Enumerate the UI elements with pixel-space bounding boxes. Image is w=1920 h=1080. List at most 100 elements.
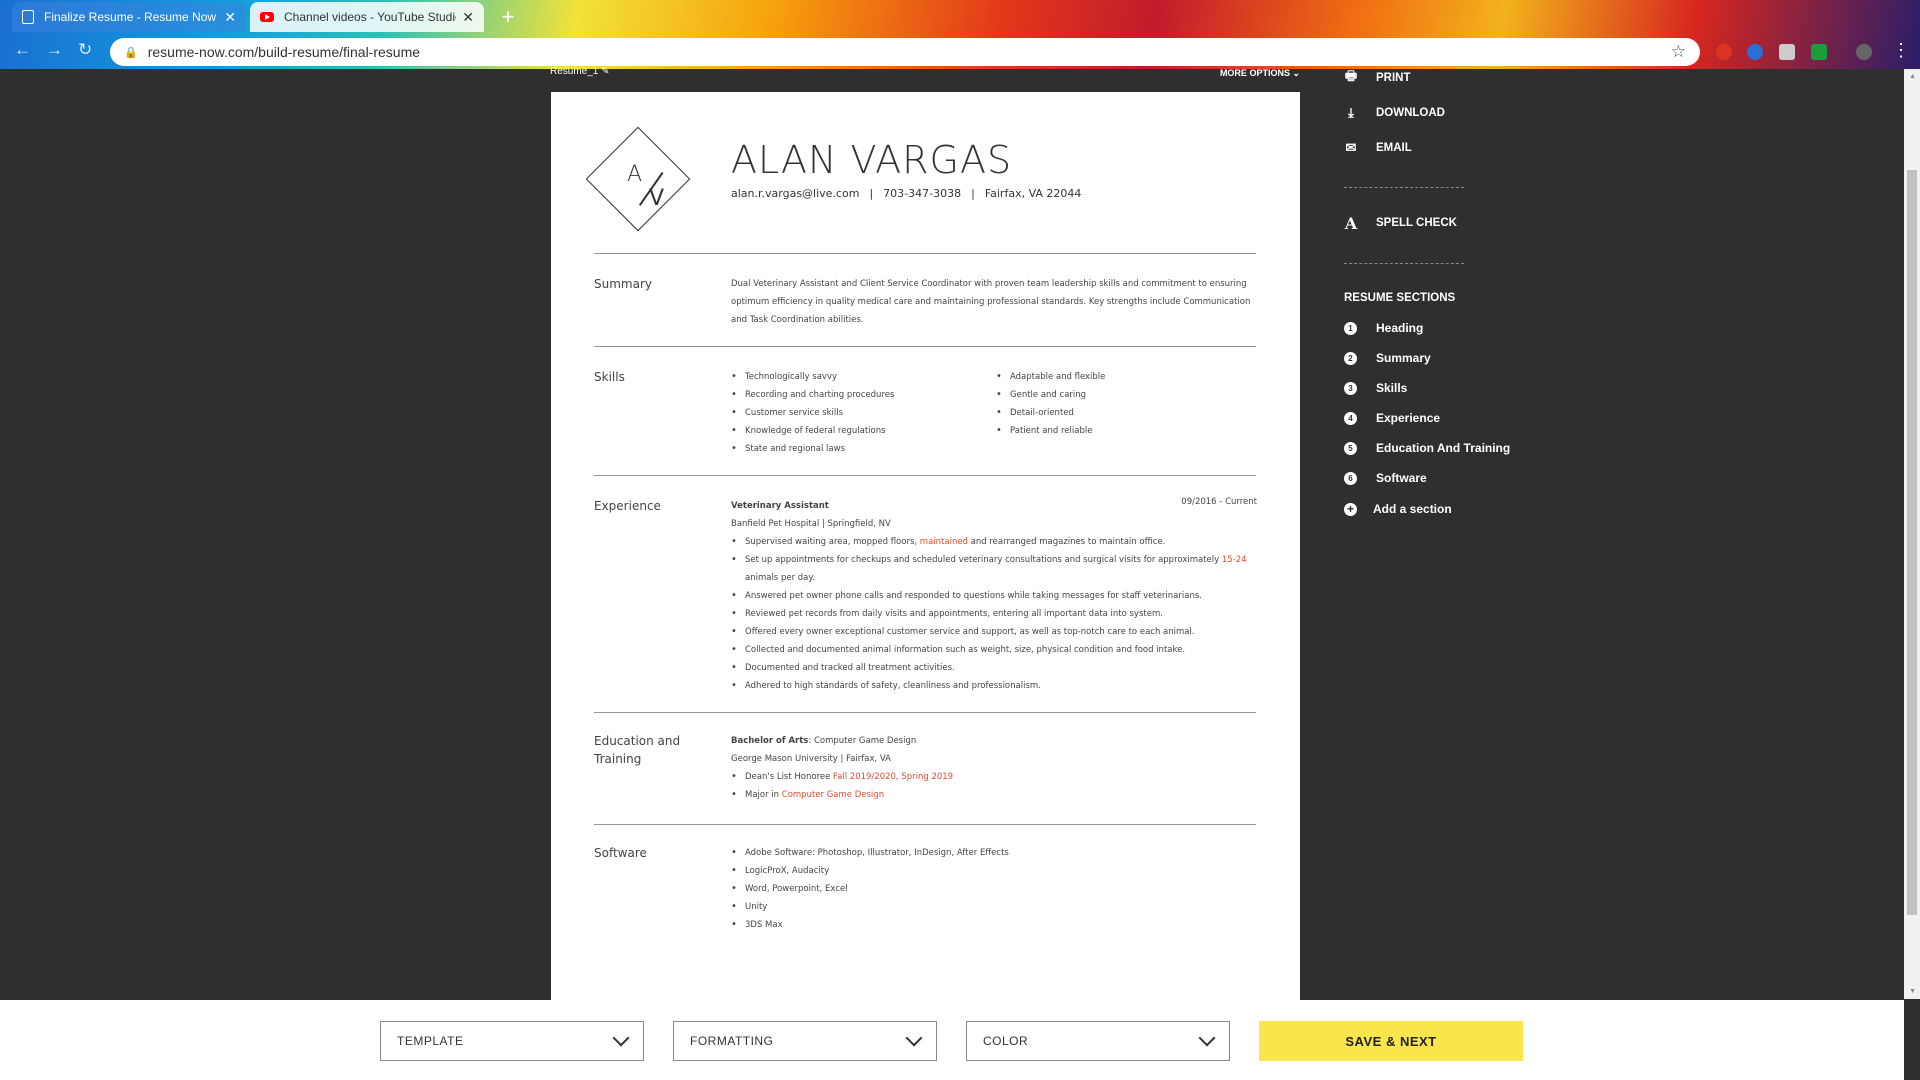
tab-finalize-resume[interactable]: Finalize Resume - Resume Now ✕: [12, 2, 246, 32]
section-link-heading[interactable]: 1 Heading: [1344, 321, 1423, 335]
skills-right: Adaptable and flexible Gentle and caring…: [996, 368, 1246, 440]
degree-line: Bachelor of Arts: Computer Game Design: [731, 736, 917, 746]
chevron-down-icon: [612, 1029, 630, 1047]
experience-bullet: Reviewed pet records from daily visits a…: [731, 605, 1256, 623]
section-label-education: Education and Training: [594, 734, 681, 766]
envelope-icon: ✉: [1345, 140, 1357, 155]
url-text: resume-now.com/build-resume/final-resume: [147, 44, 421, 60]
education-body: Bachelor of Arts: Computer Game Design G…: [731, 732, 1256, 804]
skill-item: State and regional laws: [731, 440, 981, 458]
divider: [594, 824, 1256, 825]
education-bullet: Major in Computer Game Design: [731, 786, 1256, 804]
template-dropdown[interactable]: TEMPLATE: [380, 1021, 644, 1061]
profile-avatar-icon[interactable]: [1856, 44, 1872, 60]
experience-bullet: Adhered to high standards of safety, cle…: [731, 677, 1256, 695]
monogram: A V: [613, 152, 693, 232]
skill-item: Technologically savvy: [731, 368, 981, 386]
scroll-down-icon[interactable]: ▼: [1909, 988, 1916, 995]
download-icon: ⤓: [1348, 105, 1354, 120]
education-bullet: Dean's List Honoree Fall 2019/2020, Spri…: [731, 768, 1256, 786]
printer-icon: 🖶: [1344, 68, 1358, 83]
browser-chrome: Finalize Resume - Resume Now ✕ Channel v…: [0, 0, 1920, 69]
email: alan.r.vargas@live.com: [731, 187, 860, 200]
experience-bullet: Set up appointments for checkups and sch…: [731, 551, 1256, 587]
section-link-education[interactable]: 5 Education And Training: [1344, 441, 1510, 455]
save-next-button[interactable]: SAVE & NEXT: [1259, 1021, 1523, 1061]
divider: [594, 253, 1256, 254]
bottom-toolbar: TEMPLATE FORMATTING COLOR SAVE & NEXT: [0, 1000, 1904, 1080]
section-number: 4: [1344, 411, 1357, 425]
resume-toolbar: Resume_1 ✎ MORE OPTIONS ⌄: [550, 66, 1300, 78]
formatting-dropdown[interactable]: FORMATTING: [673, 1021, 937, 1061]
location: Fairfax, VA 22044: [984, 187, 1082, 200]
page-icon: [22, 10, 34, 24]
skill-item: Detail-oriented: [996, 404, 1246, 422]
experience-body: Veterinary Assistant Banfield Pet Hospit…: [731, 497, 1256, 695]
resume-preview: A V ALAN VARGAS alan.r.vargas@live.com | 7…: [551, 92, 1300, 1000]
section-label-summary: Summary: [594, 277, 652, 291]
phone: 703-347-3038: [883, 187, 962, 200]
back-icon[interactable]: ←: [14, 40, 31, 60]
divider: [1344, 263, 1464, 264]
experience-bullet: Documented and tracked all treatment act…: [731, 659, 1256, 677]
section-number: 1: [1344, 321, 1357, 335]
section-link-skills[interactable]: 3 Skills: [1344, 381, 1407, 395]
tab-youtube-studio[interactable]: Channel videos - YouTube Studio ✕: [250, 2, 484, 32]
section-link-summary[interactable]: 2 Summary: [1344, 351, 1431, 365]
spell-check-icon: A: [1344, 213, 1358, 233]
section-label-skills: Skills: [594, 370, 625, 384]
bookmark-star-icon[interactable]: ☆: [1671, 42, 1686, 62]
section-link-experience[interactable]: 4 Experience: [1344, 411, 1440, 425]
download-button[interactable]: ⤓ DOWNLOAD: [1344, 105, 1445, 120]
scrollbar-thumb[interactable]: [1907, 170, 1917, 915]
skill-item: Recording and charting procedures: [731, 386, 981, 404]
experience-bullet: Collected and documented animal informat…: [731, 641, 1256, 659]
skill-item: Adaptable and flexible: [996, 368, 1246, 386]
software-item: LogicProX, Audacity: [731, 862, 1256, 880]
chevron-down-icon: [905, 1029, 923, 1047]
reload-icon[interactable]: ↻: [78, 40, 92, 60]
plus-icon: +: [1344, 502, 1357, 516]
skill-item: Customer service skills: [731, 404, 981, 422]
contact-line: alan.r.vargas@live.com | 703-347-3038 | Fair…: [731, 187, 1082, 200]
extension-icon[interactable]: [1779, 44, 1795, 60]
extension-icon[interactable]: [1716, 44, 1732, 60]
divider: [594, 475, 1256, 476]
skill-item: Gentle and caring: [996, 386, 1246, 404]
print-button[interactable]: 🖶 PRINT: [1344, 68, 1411, 85]
extension-icon[interactable]: [1747, 44, 1763, 60]
experience-bullet: Supervised waiting area, mopped floors, …: [731, 533, 1256, 551]
close-tab-icon[interactable]: ✕: [224, 9, 236, 26]
close-tab-icon[interactable]: ✕: [462, 9, 474, 26]
software-body: Adobe Software: Photoshop, Illustrator, …: [731, 844, 1256, 934]
software-item: 3DS Max: [731, 916, 1256, 934]
section-link-software[interactable]: 6 Software: [1344, 471, 1427, 485]
divider: [594, 712, 1256, 713]
software-item: Adobe Software: Photoshop, Illustrator, …: [731, 844, 1256, 862]
color-dropdown[interactable]: COLOR: [966, 1021, 1230, 1061]
experience-bullet: Offered every owner exceptional customer…: [731, 623, 1256, 641]
divider: [1344, 187, 1464, 188]
add-section-button[interactable]: + Add a section: [1344, 502, 1452, 516]
tab-title: Finalize Resume - Resume Now: [44, 10, 217, 24]
scroll-up-icon[interactable]: ▲: [1909, 73, 1916, 80]
email-button[interactable]: ✉ EMAIL: [1344, 140, 1412, 155]
resume-name[interactable]: Resume_1 ✎: [550, 66, 610, 77]
forward-icon[interactable]: →: [46, 40, 63, 60]
new-tab-button[interactable]: +: [494, 4, 522, 30]
school: George Mason University | Fairfax, VA: [731, 754, 891, 764]
software-item: Unity: [731, 898, 1256, 916]
section-number: 2: [1344, 351, 1357, 365]
section-number: 5: [1344, 441, 1357, 455]
spell-check-button[interactable]: A SPELL CHECK: [1344, 213, 1457, 233]
youtube-icon: [260, 12, 274, 22]
browser-menu-icon[interactable]: ⋮: [1892, 40, 1910, 61]
more-options-button[interactable]: MORE OPTIONS ⌄: [1220, 68, 1300, 79]
address-bar[interactable]: 🔒 resume-now.com/build-resume/final-resu…: [110, 38, 1700, 66]
resume-sections-title: RESUME SECTIONS: [1344, 292, 1456, 304]
employer: Banfield Pet Hospital | Springfield, NV: [731, 519, 891, 529]
skill-item: Patient and reliable: [996, 422, 1246, 440]
extension-icon[interactable]: [1811, 44, 1827, 60]
resume-name-heading: ALAN VARGAS: [731, 138, 1013, 182]
skills-left: Technologically savvy Recording and char…: [731, 368, 981, 458]
